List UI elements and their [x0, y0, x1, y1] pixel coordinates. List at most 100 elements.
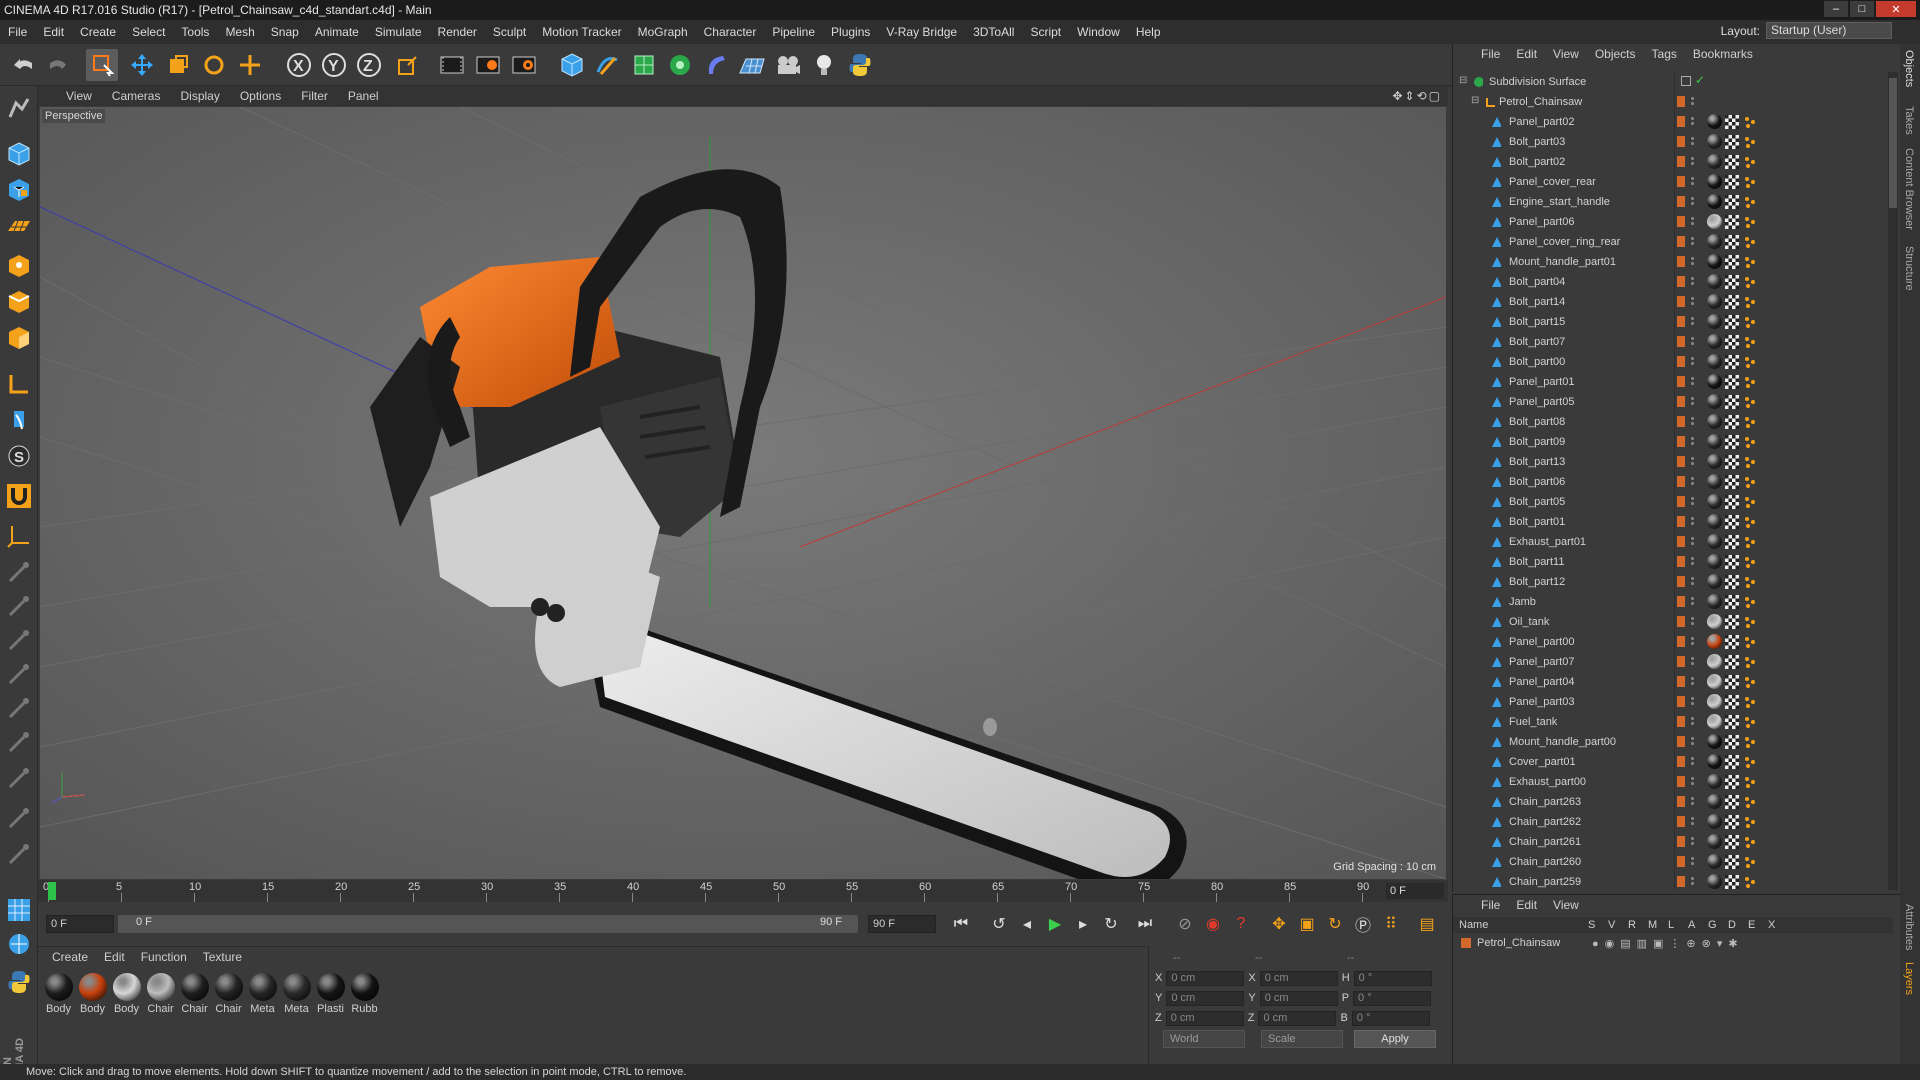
size-y-field[interactable]: 0 cm — [1259, 990, 1338, 1006]
visibility-dots-icon[interactable] — [1691, 195, 1695, 209]
object-menu-view[interactable]: View — [1545, 47, 1587, 61]
layout-dropdown[interactable]: Startup (User) — [1766, 22, 1892, 39]
tree-row[interactable]: Bolt_part09 — [1453, 432, 1889, 452]
tree-row[interactable]: Fuel_tank — [1453, 712, 1889, 732]
menu-select[interactable]: Select — [124, 25, 173, 39]
deformer-icon[interactable] — [700, 49, 732, 81]
visibility-dots-icon[interactable] — [1691, 115, 1695, 129]
phong-tag-icon[interactable] — [1743, 635, 1757, 649]
key-rotation-icon[interactable]: ↻ — [1322, 911, 1348, 937]
material-tag-icon[interactable] — [1707, 174, 1722, 189]
tree-row[interactable]: Bolt_part06 — [1453, 472, 1889, 492]
tree-row[interactable]: Cover_part01 — [1453, 752, 1889, 772]
tree-row[interactable]: Oil_tank — [1453, 612, 1889, 632]
side-tab-content-browser[interactable]: Content Browser — [1903, 148, 1915, 230]
phong-tag-icon[interactable] — [1743, 415, 1757, 429]
previous-key-icon[interactable]: ↺ — [986, 911, 1012, 937]
render-settings-icon[interactable] — [508, 49, 540, 81]
visibility-dots-icon[interactable] — [1691, 155, 1695, 169]
uvw-tag-icon[interactable] — [1725, 795, 1739, 809]
tree-row[interactable]: Bolt_part14 — [1453, 292, 1889, 312]
menu-3dtoall[interactable]: 3DToAll — [965, 25, 1022, 39]
phong-tag-icon[interactable] — [1743, 615, 1757, 629]
tree-row[interactable]: Bolt_part15 — [1453, 312, 1889, 332]
magnet-icon[interactable] — [3, 480, 35, 512]
render-view-icon[interactable] — [436, 49, 468, 81]
tree-row[interactable]: Panel_part03 — [1453, 692, 1889, 712]
tree-row[interactable]: Bolt_part04 — [1453, 272, 1889, 292]
sculpt-inflate-icon[interactable] — [3, 692, 35, 724]
material-tag-icon[interactable] — [1707, 854, 1722, 869]
tree-row[interactable]: Chain_part259 — [1453, 872, 1889, 890]
tree-row[interactable]: Bolt_part07 — [1453, 332, 1889, 352]
tweak-mode-icon[interactable] — [3, 404, 35, 436]
phong-tag-icon[interactable] — [1743, 655, 1757, 669]
start-frame-field[interactable]: 0 F — [46, 915, 114, 933]
visibility-dots-icon[interactable] — [1691, 675, 1695, 689]
material-tag-icon[interactable] — [1707, 614, 1722, 629]
side-tab-layers[interactable]: Layers — [1903, 962, 1915, 995]
menu-edit[interactable]: Edit — [35, 25, 72, 39]
material-tag-icon[interactable] — [1707, 394, 1722, 409]
coordinate-system-icon[interactable] — [392, 49, 424, 81]
uvw-tag-icon[interactable] — [1725, 835, 1739, 849]
uvw-tag-icon[interactable] — [1725, 635, 1739, 649]
light-icon[interactable] — [808, 49, 840, 81]
uvw-tag-icon[interactable] — [1725, 715, 1739, 729]
tree-row[interactable]: Chain_part261 — [1453, 832, 1889, 852]
material-tag-icon[interactable] — [1707, 114, 1722, 129]
material-tag-icon[interactable] — [1707, 214, 1722, 229]
phong-tag-icon[interactable] — [1743, 295, 1757, 309]
tree-row[interactable]: Mount_handle_part01 — [1453, 252, 1889, 272]
phong-tag-icon[interactable] — [1743, 695, 1757, 709]
sculpt-pinch-icon[interactable] — [3, 802, 35, 834]
material-tag-icon[interactable] — [1707, 454, 1722, 469]
visibility-dots-icon[interactable] — [1691, 875, 1695, 889]
material-swatch[interactable]: Meta — [248, 973, 277, 1015]
phong-tag-icon[interactable] — [1743, 475, 1757, 489]
menu-vray-bridge[interactable]: V-Ray Bridge — [878, 25, 965, 39]
side-tab-structure[interactable]: Structure — [1903, 246, 1915, 291]
tree-row[interactable]: Panel_part00 — [1453, 632, 1889, 652]
material-tag-icon[interactable] — [1707, 354, 1722, 369]
uvw-tag-icon[interactable] — [1725, 675, 1739, 689]
material-tag-icon[interactable] — [1707, 134, 1722, 149]
visibility-dots-icon[interactable] — [1691, 835, 1695, 849]
visibility-dots-icon[interactable] — [1691, 795, 1695, 809]
perspective-viewport[interactable]: Perspective Grid Spacing : 10 cm — [40, 107, 1446, 879]
side-tab-attributes[interactable]: Attributes — [1903, 904, 1915, 950]
phong-tag-icon[interactable] — [1743, 735, 1757, 749]
phong-tag-icon[interactable] — [1743, 195, 1757, 209]
z-axis-lock-icon[interactable]: Z — [353, 49, 385, 81]
material-menu-function[interactable]: Function — [133, 950, 195, 964]
material-tag-icon[interactable] — [1707, 594, 1722, 609]
phong-tag-icon[interactable] — [1743, 135, 1757, 149]
visibility-dots-icon[interactable] — [1691, 695, 1695, 709]
tree-row[interactable]: Chain_part260 — [1453, 852, 1889, 872]
menu-mograph[interactable]: MoGraph — [630, 25, 696, 39]
material-tag-icon[interactable] — [1707, 694, 1722, 709]
camera-icon[interactable] — [772, 49, 804, 81]
phong-tag-icon[interactable] — [1743, 575, 1757, 589]
material-swatch[interactable]: Body — [44, 973, 73, 1015]
material-swatch[interactable]: Chair — [214, 973, 243, 1015]
apply-button[interactable]: Apply — [1354, 1030, 1436, 1048]
uvw-tag-icon[interactable] — [1725, 495, 1739, 509]
uvw-tag-icon[interactable] — [1725, 295, 1739, 309]
tree-row[interactable]: Panel_part07 — [1453, 652, 1889, 672]
tree-row[interactable]: Mount_handle_part00 — [1453, 732, 1889, 752]
phong-tag-icon[interactable] — [1743, 675, 1757, 689]
tree-row[interactable]: Bolt_part00 — [1453, 352, 1889, 372]
uvw-tag-icon[interactable] — [1725, 615, 1739, 629]
layer-menu-edit[interactable]: Edit — [1508, 898, 1545, 912]
material-tag-icon[interactable] — [1707, 794, 1722, 809]
record-icon[interactable]: ⊘ — [1172, 911, 1198, 937]
object-menu-file[interactable]: File — [1473, 47, 1508, 61]
sculpt-grab-icon[interactable] — [3, 762, 35, 794]
make-editable-icon[interactable] — [3, 92, 35, 124]
python-icon[interactable] — [844, 49, 876, 81]
minimize-icon[interactable]: – — [1824, 1, 1848, 17]
phong-tag-icon[interactable] — [1743, 715, 1757, 729]
uvw-tag-icon[interactable] — [1725, 695, 1739, 709]
visibility-dots-icon[interactable] — [1691, 135, 1695, 149]
